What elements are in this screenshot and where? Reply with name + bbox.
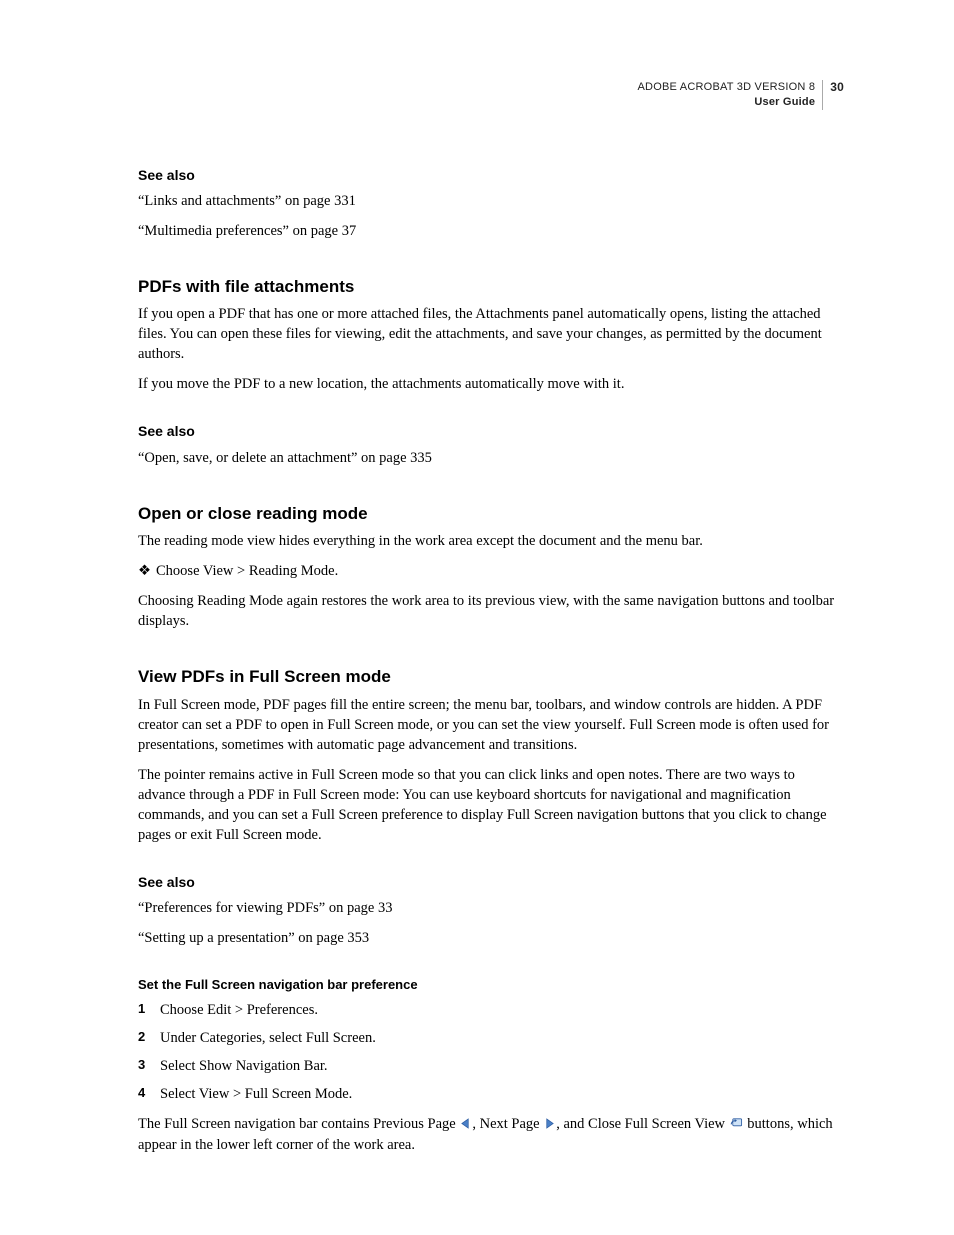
- body-text: The reading mode view hides everything i…: [138, 531, 844, 551]
- diamond-bullet-icon: ❖: [138, 561, 156, 581]
- body-text: The pointer remains active in Full Scree…: [138, 765, 844, 845]
- runhead-line1: ADOBE ACROBAT 3D VERSION 8: [638, 80, 816, 95]
- body-text: Choosing Reading Mode again restores the…: [138, 591, 844, 631]
- step-item: Choose Edit > Preferences.: [138, 1000, 844, 1020]
- crossref-link[interactable]: “Links and attachments” on page 331: [138, 191, 844, 211]
- text-fragment: , and Close Full Screen View: [556, 1116, 728, 1132]
- crossref-link[interactable]: “Open, save, or delete an attachment” on…: [138, 448, 844, 468]
- bullet-text: Choose View > Reading Mode.: [156, 563, 338, 579]
- subheading-fullscreen-navbar: Set the Full Screen navigation bar prefe…: [138, 976, 844, 994]
- text-fragment: , Next Page: [472, 1116, 543, 1132]
- heading-reading-mode: Open or close reading mode: [138, 502, 844, 525]
- body-text: In Full Screen mode, PDF pages fill the …: [138, 695, 844, 755]
- crossref-link[interactable]: “Setting up a presentation” on page 353: [138, 928, 844, 948]
- next-page-icon: [544, 1115, 555, 1135]
- see-also-heading: See also: [138, 422, 844, 441]
- bullet-item: ❖Choose View > Reading Mode.: [138, 561, 844, 581]
- runhead-divider: [822, 80, 823, 110]
- body-text: The Full Screen navigation bar contains …: [138, 1114, 844, 1155]
- close-fullscreen-icon: [730, 1115, 743, 1135]
- body-text: If you move the PDF to a new location, t…: [138, 374, 844, 394]
- step-item: Select View > Full Screen Mode.: [138, 1084, 844, 1104]
- body-text: If you open a PDF that has one or more a…: [138, 304, 844, 364]
- heading-fullscreen: View PDFs in Full Screen mode: [138, 665, 844, 688]
- running-header: ADOBE ACROBAT 3D VERSION 8 User Guide 30: [138, 80, 844, 110]
- text-fragment: The Full Screen navigation bar contains …: [138, 1116, 459, 1132]
- steps-list: Choose Edit > Preferences. Under Categor…: [138, 1000, 844, 1104]
- runhead-page-number: 30: [830, 80, 844, 93]
- runhead-text: ADOBE ACROBAT 3D VERSION 8 User Guide: [638, 80, 823, 110]
- see-also-heading: See also: [138, 873, 844, 892]
- step-item: Select Show Navigation Bar.: [138, 1056, 844, 1076]
- page: ADOBE ACROBAT 3D VERSION 8 User Guide 30…: [0, 0, 954, 1235]
- crossref-link[interactable]: “Preferences for viewing PDFs” on page 3…: [138, 898, 844, 918]
- runhead-line2: User Guide: [638, 95, 816, 110]
- crossref-link[interactable]: “Multimedia preferences” on page 37: [138, 221, 844, 241]
- previous-page-icon: [460, 1115, 471, 1135]
- see-also-heading: See also: [138, 166, 844, 185]
- heading-pdfs-attachments: PDFs with file attachments: [138, 275, 844, 298]
- step-item: Under Categories, select Full Screen.: [138, 1028, 844, 1048]
